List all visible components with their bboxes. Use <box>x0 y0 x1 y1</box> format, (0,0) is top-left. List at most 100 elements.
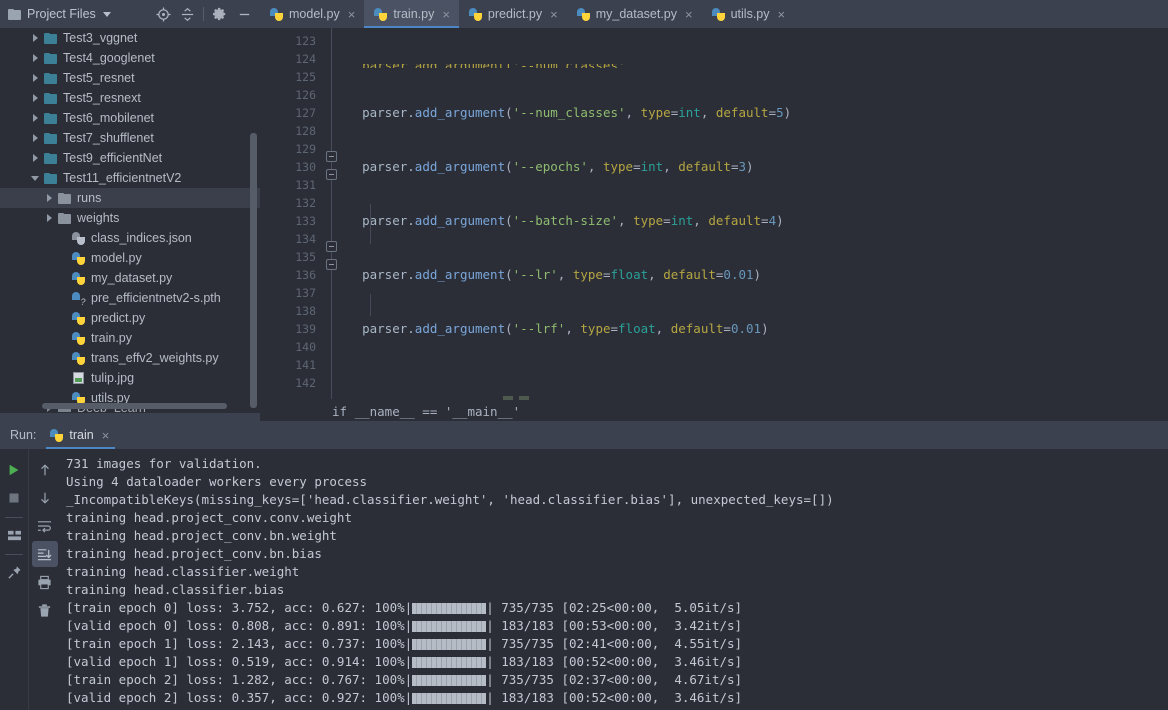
tree-item-test4-googlenet[interactable]: Test4_googlenet <box>0 48 260 68</box>
tree-item-test6-mobilenet[interactable]: Test6_mobilenet <box>0 108 260 128</box>
tree-item-predict-py[interactable]: predict.py <box>0 308 260 328</box>
progress-line: [valid epoch 1] loss: 0.519, acc: 0.914:… <box>66 653 1168 671</box>
folder-icon <box>42 133 58 144</box>
tree-item-label: model.py <box>91 251 142 265</box>
code-line: parser.add_argument('--epochs', type=int… <box>332 158 1168 176</box>
project-panel-toolbar <box>151 2 260 26</box>
tree-item-model-py[interactable]: model.py <box>0 248 260 268</box>
editor-tab-model-py[interactable]: model.py× <box>260 0 364 28</box>
tree-item-pre-efficientnetv2-s-pth[interactable]: pre_efficientnetv2-s.pth <box>0 288 260 308</box>
close-icon[interactable]: × <box>442 8 450 21</box>
code-editor[interactable]: 1231241251261271281291301311321331341351… <box>260 28 1168 421</box>
console-output[interactable]: 731 images for validation.Using 4 datalo… <box>60 449 1168 710</box>
collapsed-fold-indicator[interactable] <box>503 396 531 400</box>
tree-item-tulip-jpg[interactable]: tulip.jpg <box>0 368 260 388</box>
close-icon[interactable]: × <box>102 429 110 442</box>
python-file-icon <box>70 332 86 345</box>
progress-suffix: | 735/735 [02:41<00:00, 4.55it/s] <box>486 635 742 653</box>
tree-item-test5-resnext[interactable]: Test5_resnext <box>0 88 260 108</box>
toolbar-divider <box>203 7 204 21</box>
editor-tab-utils-py[interactable]: utils.py × <box>702 0 795 28</box>
expand-triangle-icon[interactable] <box>28 34 42 42</box>
run-tab-label: train <box>69 428 93 442</box>
tree-item-label: Test3_vggnet <box>63 31 137 45</box>
tree-item-weights[interactable]: weights <box>0 208 260 228</box>
progress-bar <box>412 675 486 686</box>
tree-item-test11-efficientnetv2[interactable]: Test11_efficientnetV2 <box>0 168 260 188</box>
layout-icon[interactable] <box>1 522 27 548</box>
tree-item-test9-efficientnet[interactable]: Test9_efficientNet <box>0 148 260 168</box>
rerun-play-icon[interactable] <box>1 457 27 483</box>
locate-icon[interactable] <box>151 2 175 26</box>
chevron-down-icon[interactable] <box>103 12 111 17</box>
python-file-icon <box>70 272 86 285</box>
tree-item-test3-vggnet[interactable]: Test3_vggnet <box>0 28 260 48</box>
expand-triangle-icon[interactable] <box>42 214 56 222</box>
close-icon[interactable]: × <box>550 8 558 21</box>
python-file-icon <box>70 312 86 325</box>
settings-gear-icon[interactable] <box>208 2 232 26</box>
line-number: 130 <box>260 158 322 176</box>
expand-triangle-icon[interactable] <box>28 54 42 62</box>
line-number: 123 <box>260 32 322 50</box>
line-number: 127 <box>260 104 322 122</box>
progress-line: [valid epoch 2] loss: 0.357, acc: 0.927:… <box>66 689 1168 707</box>
print-icon[interactable] <box>32 569 58 595</box>
editor-tab-train-py[interactable]: train.py× <box>364 0 459 28</box>
expand-triangle-icon[interactable] <box>28 154 42 162</box>
run-panel: Run: train × <box>0 421 1168 710</box>
editor-tab-label: utils.py <box>731 7 770 21</box>
editor-tab-my-dataset-py[interactable]: my_dataset.py× <box>567 0 702 28</box>
tree-item-label: my_dataset.py <box>91 271 172 285</box>
line-number: 124 <box>260 50 322 68</box>
scroll-to-end-icon[interactable] <box>32 541 58 567</box>
console-line: training head.project_conv.conv.weight <box>66 509 1168 527</box>
python-file-icon <box>469 8 482 21</box>
expand-triangle-icon[interactable] <box>28 74 42 82</box>
project-tree-vertical-scrollbar[interactable] <box>250 133 257 408</box>
minimize-icon[interactable] <box>232 2 256 26</box>
expand-triangle-icon[interactable] <box>28 114 42 122</box>
project-tree-horizontal-scrollbar[interactable] <box>42 403 227 409</box>
progress-prefix: [train epoch 1] loss: 2.143, acc: 0.737:… <box>66 635 412 653</box>
editor-tab-predict-py[interactable]: predict.py× <box>459 0 567 28</box>
expand-triangle-icon[interactable] <box>28 134 42 142</box>
folder-icon <box>42 173 58 184</box>
tree-item-class-indices-json[interactable]: class_indices.json <box>0 228 260 248</box>
progress-bar <box>412 603 486 614</box>
console-line-text: training head.classifier.weight <box>66 563 299 581</box>
expand-triangle-icon[interactable] <box>28 176 42 181</box>
trash-icon[interactable] <box>32 597 58 623</box>
close-icon[interactable]: × <box>778 8 786 21</box>
close-icon[interactable]: × <box>685 8 693 21</box>
soft-wrap-icon[interactable] <box>32 513 58 539</box>
tree-item-train-py[interactable]: train.py <box>0 328 260 348</box>
tree-item-trans-effv2-weights-py[interactable]: trans_effv2_weights.py <box>0 348 260 368</box>
progress-line: [valid epoch 0] loss: 0.808, acc: 0.891:… <box>66 617 1168 635</box>
collapse-all-icon[interactable] <box>175 2 199 26</box>
line-number: 134 <box>260 230 322 248</box>
indent-guide <box>370 294 371 316</box>
tree-item-test5-resnet[interactable]: Test5_resnet <box>0 68 260 88</box>
code-content[interactable]: parser.add_argument('--num_classes' pars… <box>332 28 1168 421</box>
expand-triangle-icon[interactable] <box>42 194 56 202</box>
toolbar-divider <box>5 517 23 518</box>
line-number: 142 <box>260 374 322 392</box>
stop-icon[interactable] <box>1 485 27 511</box>
tree-item-label: Test7_shufflenet <box>63 131 154 145</box>
line-number: 137 <box>260 284 322 302</box>
progress-line: [train epoch 0] loss: 3.752, acc: 0.627:… <box>66 599 1168 617</box>
tree-item-my-dataset-py[interactable]: my_dataset.py <box>0 268 260 288</box>
progress-suffix: | 183/183 [00:52<00:00, 3.46it/s] <box>486 653 742 671</box>
expand-triangle-icon[interactable] <box>28 94 42 102</box>
tree-item-runs[interactable]: runs <box>0 188 260 208</box>
run-panel-label: Run: <box>0 428 46 442</box>
progress-line: [train epoch 1] loss: 2.143, acc: 0.737:… <box>66 635 1168 653</box>
tree-item-test7-shufflenet[interactable]: Test7_shufflenet <box>0 128 260 148</box>
progress-prefix: [valid epoch 2] loss: 0.357, acc: 0.927:… <box>66 689 412 707</box>
pin-icon[interactable] <box>1 559 27 585</box>
run-tab-train[interactable]: train × <box>46 421 115 449</box>
scroll-down-icon[interactable] <box>32 485 58 511</box>
scroll-up-icon[interactable] <box>32 457 58 483</box>
close-icon[interactable]: × <box>348 8 356 21</box>
